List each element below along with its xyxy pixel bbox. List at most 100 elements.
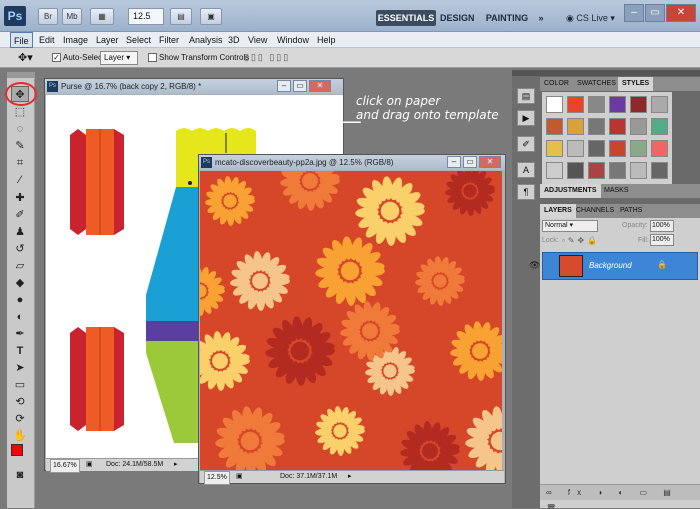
purse-status-icon[interactable]: ▣ <box>86 459 93 471</box>
style-swatch[interactable] <box>588 96 605 113</box>
style-swatch[interactable] <box>630 162 647 179</box>
tab-channels[interactable]: CHANNELS <box>572 204 618 218</box>
style-swatch[interactable] <box>651 118 668 135</box>
purse-minimize-button[interactable]: – <box>277 80 291 92</box>
more-workspaces-button[interactable]: » <box>535 10 547 26</box>
fill-field[interactable]: 100% <box>650 234 674 246</box>
menu-image[interactable]: Image <box>60 32 91 48</box>
style-swatch[interactable] <box>651 162 668 179</box>
workspace-design[interactable]: DESIGN <box>440 10 475 26</box>
hand-tool-icon[interactable]: ✋ <box>11 428 29 444</box>
tab-paths[interactable]: PATHS <box>616 204 646 218</box>
minimize-button[interactable]: – <box>624 4 644 22</box>
style-swatch[interactable] <box>567 140 584 157</box>
style-swatch[interactable] <box>546 162 563 179</box>
style-swatch[interactable] <box>651 96 668 113</box>
paper-close-button[interactable]: ✕ <box>479 156 501 168</box>
eye-visibility-icon[interactable]: 👁 <box>529 260 540 271</box>
auto-select-checkbox[interactable]: ✓ <box>52 53 61 62</box>
menu-help[interactable]: Help <box>314 32 339 48</box>
dodge-tool-icon[interactable]: ◐ <box>11 309 29 325</box>
style-swatch[interactable] <box>567 96 584 113</box>
style-swatch[interactable] <box>609 96 626 113</box>
menu-file[interactable]: File <box>10 32 33 48</box>
lasso-tool-icon[interactable]: ◌ <box>11 121 29 137</box>
style-swatch[interactable] <box>588 118 605 135</box>
workspace-painting[interactable]: PAINTING <box>484 10 530 26</box>
opacity-field[interactable]: 100% <box>650 220 674 232</box>
history-panel-icon[interactable]: ▤ <box>517 88 535 104</box>
menu-view[interactable]: View <box>245 32 270 48</box>
foreground-color-swatch[interactable] <box>11 444 23 456</box>
3d-rotate-tool-icon[interactable]: ⟲ <box>11 394 29 410</box>
align-buttons[interactable]: ▯▯▯ ▯▯▯ <box>244 52 290 63</box>
paint-bucket-tool-icon[interactable]: ◆ <box>11 275 29 291</box>
tab-swatches[interactable]: SWATCHES <box>573 77 620 91</box>
maximize-button[interactable]: ▭ <box>645 4 665 22</box>
arrange-documents-button[interactable]: ▤ <box>170 8 192 25</box>
clone-stamp-tool-icon[interactable]: ♟ <box>11 224 29 240</box>
tab-color[interactable]: COLOR <box>540 77 573 91</box>
paper-minimize-button[interactable]: – <box>447 156 461 168</box>
type-tool-icon[interactable]: T <box>11 343 29 359</box>
actions-panel-icon[interactable]: ▶ <box>517 110 535 126</box>
screen-mode-button[interactable]: ▣ <box>200 8 222 25</box>
shape-tool-icon[interactable]: ▭ <box>11 377 29 393</box>
menu-window[interactable]: Window <box>274 32 312 48</box>
close-button[interactable]: ✕ <box>666 4 696 22</box>
menu-filter[interactable]: Filter <box>156 32 182 48</box>
view-extras-button[interactable]: ▦ <box>90 8 114 25</box>
3d-orbit-tool-icon[interactable]: ⟳ <box>11 411 29 427</box>
style-swatch[interactable] <box>609 162 626 179</box>
style-swatch[interactable] <box>630 118 647 135</box>
paper-status-icon[interactable]: ▣ <box>236 471 243 483</box>
cs-live-button[interactable]: ◉ CS Live ▾ <box>566 10 618 26</box>
menu-analysis[interactable]: Analysis <box>186 32 226 48</box>
style-swatch[interactable] <box>588 162 605 179</box>
menu-3d[interactable]: 3D <box>225 32 243 48</box>
menu-edit[interactable]: Edit <box>36 32 58 48</box>
purse-title-bar[interactable]: Ps Purse @ 16.7% (back copy 2, RGB/8) * … <box>45 79 343 94</box>
eyedropper-tool-icon[interactable]: ⁄ <box>11 172 29 188</box>
tab-masks[interactable]: MASKS <box>600 184 633 198</box>
tab-adjustments[interactable]: ADJUSTMENTS <box>540 184 601 198</box>
paper-canvas[interactable] <box>200 171 502 470</box>
layers-footer-buttons[interactable]: ∞ fx ◑ ◐ ▭ ▤ 🗑 <box>540 484 700 509</box>
style-swatch[interactable] <box>630 140 647 157</box>
purse-status-arrow-icon[interactable]: ▸ <box>174 459 178 471</box>
blend-mode-select[interactable]: Normal ▾ <box>542 220 598 232</box>
path-select-tool-icon[interactable]: ➤ <box>11 360 29 376</box>
style-swatch[interactable] <box>567 118 584 135</box>
marquee-tool-icon[interactable]: ⬚ <box>11 104 29 120</box>
pen-tool-icon[interactable]: ✒ <box>11 326 29 342</box>
crop-tool-icon[interactable]: ⌗ <box>11 155 29 171</box>
style-swatch[interactable] <box>546 118 563 135</box>
show-transform-checkbox[interactable] <box>148 53 157 62</box>
paper-status-arrow-icon[interactable]: ▸ <box>348 471 352 483</box>
brush-panel-icon[interactable]: ✐ <box>517 136 535 152</box>
zoom-level-select[interactable]: 12.5 <box>128 8 164 25</box>
paper-zoom-field[interactable]: 12.5% <box>204 471 230 485</box>
quick-select-tool-icon[interactable]: ✎ <box>11 138 29 154</box>
tab-layers[interactable]: LAYERS <box>540 204 576 218</box>
history-brush-tool-icon[interactable]: ↺ <box>11 241 29 257</box>
character-panel-icon[interactable]: A <box>517 162 535 178</box>
dock-grip[interactable] <box>512 70 540 76</box>
workspace-essentials[interactable]: ESSENTIALS <box>376 10 436 26</box>
mini-bridge-button[interactable]: Mb <box>62 8 82 25</box>
auto-select-dropdown[interactable]: Layer ▾ <box>100 51 138 65</box>
quick-mask-icon[interactable]: ◙ <box>11 467 29 483</box>
style-swatch[interactable] <box>609 140 626 157</box>
eraser-tool-icon[interactable]: ▱ <box>11 258 29 274</box>
purse-restore-button[interactable]: ▭ <box>293 80 307 92</box>
style-swatch[interactable] <box>651 140 668 157</box>
tools-panel-grip[interactable] <box>7 72 35 78</box>
purse-zoom-field[interactable]: 16.67% <box>50 459 80 473</box>
style-swatch[interactable] <box>567 162 584 179</box>
brush-tool-icon[interactable]: ✐ <box>11 207 29 223</box>
purse-close-button[interactable]: ✕ <box>309 80 331 92</box>
panel-grip[interactable] <box>540 70 700 76</box>
blur-tool-icon[interactable]: ● <box>11 292 29 308</box>
move-tool-preset-icon[interactable]: ✥▾ <box>18 51 33 64</box>
paper-title-bar[interactable]: Ps mcato-discoverbeauty-pp2a.jpg @ 12.5%… <box>199 155 505 170</box>
